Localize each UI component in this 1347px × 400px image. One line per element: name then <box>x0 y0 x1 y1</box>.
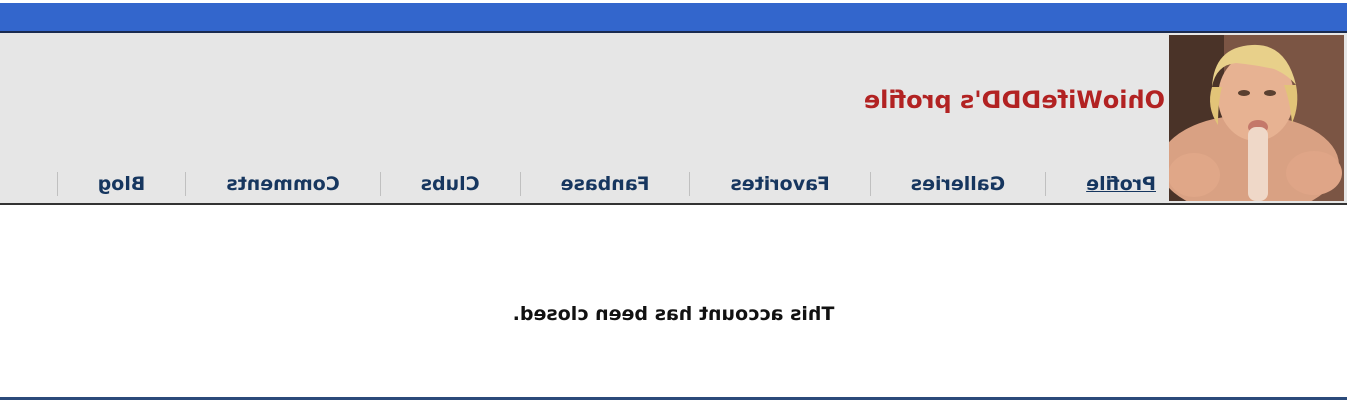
account-closed-message: This account has been closed. <box>512 303 835 325</box>
nav-item-profile[interactable]: Profile <box>1045 172 1166 196</box>
profile-title: OhioWifeDDD's profile <box>863 86 1165 114</box>
nav-item-galleries[interactable]: Galleries <box>869 172 1046 196</box>
profile-page: OhioWifeDDD's profile Profile Galleries … <box>0 0 1347 400</box>
avatar[interactable] <box>1169 35 1344 201</box>
nav-item-favorites[interactable]: Favorites <box>689 172 870 196</box>
nav-item-clubs[interactable]: Clubs <box>379 172 520 196</box>
profile-header: OhioWifeDDD's profile Profile Galleries … <box>0 33 1347 205</box>
nav-item-fanbase[interactable]: Fanbase <box>519 172 690 196</box>
avatar-photo <box>1169 35 1344 201</box>
nav-item-comments[interactable]: Comments <box>185 172 380 196</box>
top-bar <box>0 3 1347 33</box>
nav-item-blog[interactable]: Blog <box>56 172 186 196</box>
profile-nav: Profile Galleries Favorites Fanbase Club… <box>56 171 1166 197</box>
